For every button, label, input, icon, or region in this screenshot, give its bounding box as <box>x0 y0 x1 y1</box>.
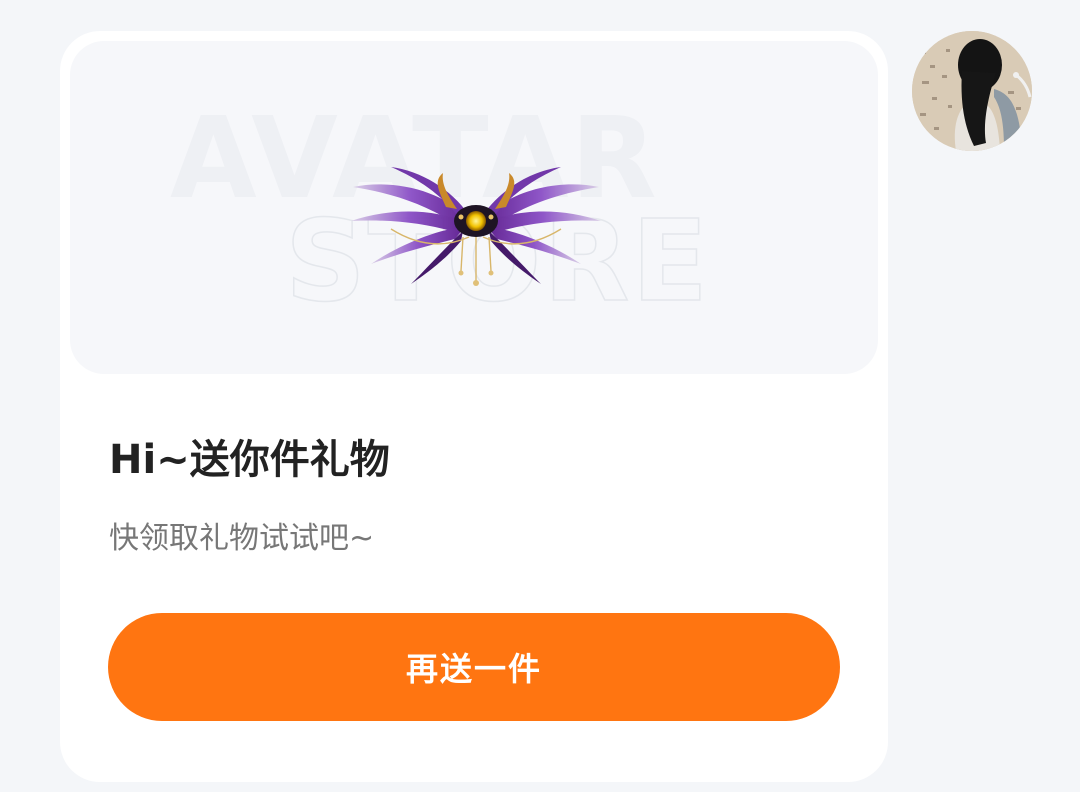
user-avatar-icon <box>912 31 1032 151</box>
wings-icon <box>351 167 601 286</box>
gift-subtitle: 快领取礼物试试吧~ <box>109 521 375 556</box>
right-wing <box>483 167 601 284</box>
gift-banner: AVATAR STORE <box>70 41 878 374</box>
gift-card: AVATAR STORE Hi~送你件礼物 快领取礼物试试吧~ 再送一件 <box>60 31 888 782</box>
gift-title: Hi~送你件礼物 <box>109 437 390 483</box>
sender-avatar[interactable] <box>912 31 1032 151</box>
send-another-button[interactable]: 再送一件 <box>108 613 840 721</box>
left-wing <box>351 167 469 284</box>
